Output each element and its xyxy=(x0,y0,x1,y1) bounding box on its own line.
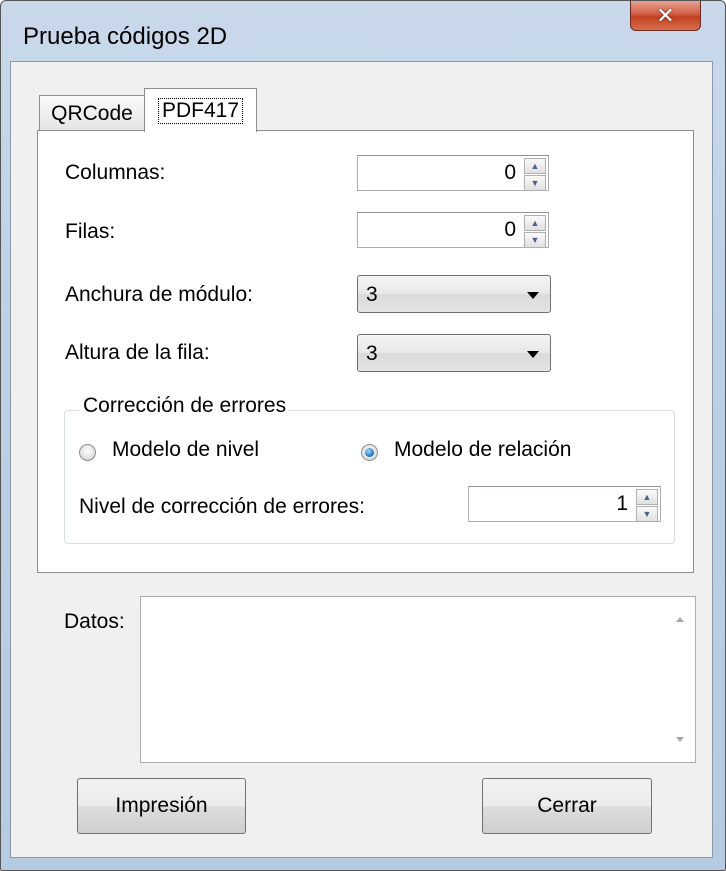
nivel-correccion-label: Nivel de corrección de errores: xyxy=(79,495,365,518)
radio-modelo-relacion-label[interactable]: Modelo de relación xyxy=(394,438,571,462)
filas-label: Filas: xyxy=(65,220,116,243)
datos-scrollbar[interactable] xyxy=(667,597,695,762)
spin-down-icon[interactable]: ▼ xyxy=(524,232,546,248)
spin-down-icon[interactable]: ▼ xyxy=(524,175,546,191)
nivel-correccion-value: 1 xyxy=(616,492,628,515)
scroll-down-icon[interactable] xyxy=(676,737,684,742)
correccion-groupbox xyxy=(64,410,675,544)
altura-value: 3 xyxy=(366,342,378,365)
datos-label: Datos: xyxy=(64,610,125,633)
anchura-dropdown[interactable]: 3 xyxy=(357,275,551,313)
close-icon: ✕ xyxy=(656,2,675,28)
columnas-stepper[interactable]: 0 ▲ ▼ xyxy=(357,155,549,191)
chevron-down-icon xyxy=(527,351,539,358)
columnas-label: Columnas: xyxy=(65,161,166,184)
radio-modelo-nivel-label[interactable]: Modelo de nivel xyxy=(112,438,259,462)
altura-dropdown[interactable]: 3 xyxy=(357,334,551,372)
window-title: Prueba códigos 2D xyxy=(23,23,228,50)
spin-up-icon[interactable]: ▲ xyxy=(524,158,546,174)
anchura-label: Anchura de módulo: xyxy=(65,283,253,306)
title-bar[interactable]: Prueba códigos 2D ✕ xyxy=(1,1,725,61)
dialog-window: Prueba códigos 2D ✕ QRCode PDF417 Column… xyxy=(0,0,726,871)
tab-pdf417[interactable]: PDF417 xyxy=(144,88,257,132)
cerrar-button[interactable]: Cerrar xyxy=(482,778,652,834)
chevron-down-icon xyxy=(527,292,539,299)
radio-modelo-nivel[interactable] xyxy=(79,444,96,461)
filas-value: 0 xyxy=(504,218,516,241)
nivel-correccion-stepper[interactable]: 1 ▲ ▼ xyxy=(468,486,661,522)
cerrar-button-label: Cerrar xyxy=(537,794,597,817)
scroll-up-icon[interactable] xyxy=(676,617,684,622)
correccion-legend: Corrección de errores xyxy=(80,394,290,418)
impresion-button-label: Impresión xyxy=(115,794,208,817)
tab-pdf417-label: PDF417 xyxy=(157,97,244,124)
spin-up-icon[interactable]: ▲ xyxy=(636,489,658,505)
anchura-value: 3 xyxy=(366,283,378,306)
radio-modelo-relacion[interactable] xyxy=(361,444,378,461)
columnas-value: 0 xyxy=(504,161,516,184)
tab-qrcode-label: QRCode xyxy=(51,101,133,125)
filas-stepper[interactable]: 0 ▲ ▼ xyxy=(357,212,549,248)
spin-down-icon[interactable]: ▼ xyxy=(636,506,658,522)
tab-qrcode[interactable]: QRCode xyxy=(39,95,145,131)
spin-up-icon[interactable]: ▲ xyxy=(524,215,546,231)
impresion-button[interactable]: Impresión xyxy=(77,778,246,834)
altura-label: Altura de la fila: xyxy=(65,341,210,364)
datos-textarea[interactable] xyxy=(140,596,696,763)
close-window-button[interactable]: ✕ xyxy=(630,1,701,31)
